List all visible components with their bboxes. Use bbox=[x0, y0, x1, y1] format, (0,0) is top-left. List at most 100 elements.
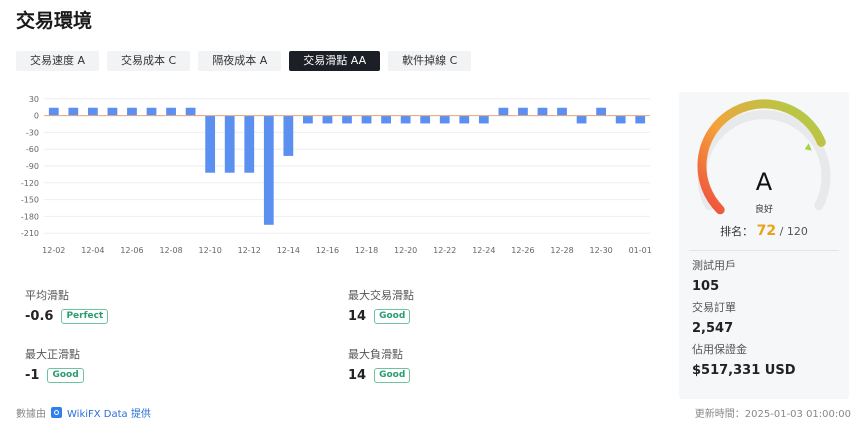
source-prefix: 數據由 bbox=[16, 409, 46, 420]
panel-item-test-users: 測試用戶 105 bbox=[692, 257, 736, 294]
rank-label: 排名： bbox=[720, 225, 754, 238]
stat-label: 最大負滑點 bbox=[348, 348, 403, 361]
stat-label: 最大交易滑點 bbox=[348, 289, 414, 302]
grade-letter: A bbox=[755, 168, 773, 196]
x-tick-label: 12-18 bbox=[355, 246, 378, 255]
data-bar bbox=[322, 115, 333, 124]
triangle-pointer-icon bbox=[804, 143, 812, 151]
data-bar bbox=[400, 115, 411, 124]
stat-label: 最大正滑點 bbox=[25, 348, 80, 361]
data-bar bbox=[185, 107, 196, 116]
x-tick-label: 12-14 bbox=[277, 246, 300, 255]
x-tick-label: 12-02 bbox=[42, 246, 65, 255]
tab-trade-speed[interactable]: 交易速度 A bbox=[16, 51, 100, 71]
data-bar bbox=[615, 115, 626, 124]
rating-badge: Good bbox=[374, 309, 411, 324]
data-bar bbox=[205, 115, 216, 173]
tab-software-disconnect[interactable]: 軟件掉線 C bbox=[388, 51, 472, 71]
data-bar bbox=[576, 115, 587, 124]
x-tick-label: 12-04 bbox=[81, 246, 104, 255]
rating-badge: Good bbox=[374, 368, 411, 383]
y-tick-label: 0 bbox=[34, 112, 39, 121]
rank-display: 排名： 72 / 120 bbox=[679, 223, 849, 239]
tab-trade-cost[interactable]: 交易成本 C bbox=[107, 51, 191, 71]
y-tick-label: -180 bbox=[21, 212, 39, 221]
y-tick-label: 30 bbox=[29, 95, 39, 104]
panel-item-margin: 佔用保證金 $517,331 USD bbox=[692, 341, 796, 378]
stat-value: -1 bbox=[25, 368, 40, 383]
data-bar bbox=[518, 107, 528, 116]
data-bar bbox=[381, 115, 391, 124]
stat-value: 14 bbox=[348, 309, 367, 324]
data-bar bbox=[537, 107, 548, 116]
y-tick-label: -120 bbox=[21, 179, 39, 188]
panel-item-value: 2,547 bbox=[692, 321, 734, 336]
panel-item-label: 佔用保證金 bbox=[692, 343, 747, 356]
data-bar bbox=[342, 115, 352, 124]
rating-badge: Good bbox=[47, 368, 84, 383]
x-tick-label: 12-12 bbox=[238, 246, 261, 255]
data-bar bbox=[127, 107, 137, 116]
data-bar bbox=[303, 115, 313, 124]
data-bar bbox=[87, 107, 98, 116]
panel-item-value: 105 bbox=[692, 279, 720, 294]
data-bar bbox=[146, 107, 157, 116]
data-bar bbox=[263, 115, 274, 225]
data-bar bbox=[107, 107, 118, 116]
stat-label: 平均滑點 bbox=[25, 289, 69, 302]
wikifx-logo-icon bbox=[51, 407, 62, 418]
panel-item-label: 測試用戶 bbox=[692, 259, 736, 272]
x-tick-label: 12-24 bbox=[472, 246, 495, 255]
y-tick-label: -30 bbox=[26, 128, 39, 137]
data-bar bbox=[420, 115, 431, 124]
data-bar bbox=[283, 115, 294, 156]
tab-trade-slippage[interactable]: 交易滑點 AA bbox=[289, 51, 381, 71]
x-tick-label: 12-08 bbox=[159, 246, 182, 255]
data-bar bbox=[224, 115, 235, 173]
data-bar bbox=[48, 107, 59, 116]
y-tick-label: -150 bbox=[21, 196, 39, 205]
panel-item-label: 交易訂單 bbox=[692, 301, 736, 314]
tab-overnight-cost[interactable]: 隔夜成本 A bbox=[198, 51, 282, 71]
panel-item-trade-orders: 交易訂單 2,547 bbox=[692, 299, 736, 336]
stat-value: 14 bbox=[348, 368, 367, 383]
data-source: 數據由 WikiFX Data 提供 bbox=[16, 405, 151, 420]
source-link[interactable]: WikiFX Data 提供 bbox=[67, 405, 151, 420]
stat-max-negative-slippage: 最大負滑點 14 Good bbox=[348, 346, 411, 383]
y-tick-label: -60 bbox=[26, 145, 39, 154]
data-bar bbox=[478, 115, 489, 124]
rank-total: / 120 bbox=[779, 225, 808, 238]
x-tick-label: 12-28 bbox=[550, 246, 573, 255]
tab-bar: 交易速度 A 交易成本 C 隔夜成本 A 交易滑點 AA 軟件掉線 C bbox=[16, 51, 472, 71]
x-tick-label: 12-16 bbox=[316, 246, 339, 255]
rank-value: 72 bbox=[756, 223, 777, 239]
x-tick-label: 12-20 bbox=[394, 246, 417, 255]
grade-description: 良好 bbox=[754, 205, 773, 215]
x-tick-label: 12-06 bbox=[120, 246, 143, 255]
x-tick-label: 12-10 bbox=[199, 246, 222, 255]
x-tick-label: 12-30 bbox=[590, 246, 613, 255]
data-bar bbox=[459, 115, 470, 124]
data-bar bbox=[244, 115, 255, 173]
data-bar bbox=[596, 107, 607, 116]
data-bar bbox=[439, 115, 450, 124]
y-tick-label: -90 bbox=[26, 162, 39, 171]
data-bar bbox=[498, 107, 509, 116]
panel-divider bbox=[689, 250, 839, 251]
y-tick-label: -210 bbox=[21, 229, 39, 238]
data-bar bbox=[635, 115, 646, 124]
stat-value: -0.6 bbox=[25, 309, 54, 324]
data-bar bbox=[68, 107, 79, 116]
x-tick-label: 12-22 bbox=[433, 246, 456, 255]
rating-badge: Perfect bbox=[61, 309, 109, 324]
stat-max-trade-slippage: 最大交易滑點 14 Good bbox=[348, 287, 414, 324]
stat-avg-slippage: 平均滑點 -0.6 Perfect bbox=[25, 287, 109, 324]
page-title: 交易環境 bbox=[16, 10, 93, 32]
panel-item-value: $517,331 USD bbox=[692, 363, 796, 378]
data-bar bbox=[361, 115, 372, 124]
slippage-bar-chart: 30 0 -30 -60 -90 -120 -150 -180 -21012-02 12-04 12… bbox=[21, 95, 652, 255]
data-bar bbox=[557, 107, 567, 116]
data-bar bbox=[166, 107, 176, 116]
rating-panel: A 良好 排名： 72 / 120 測試用戶 105 交易訂單 2,547 佔用… bbox=[679, 92, 849, 399]
stat-max-positive-slippage: 最大正滑點 -1 Good bbox=[25, 346, 84, 383]
